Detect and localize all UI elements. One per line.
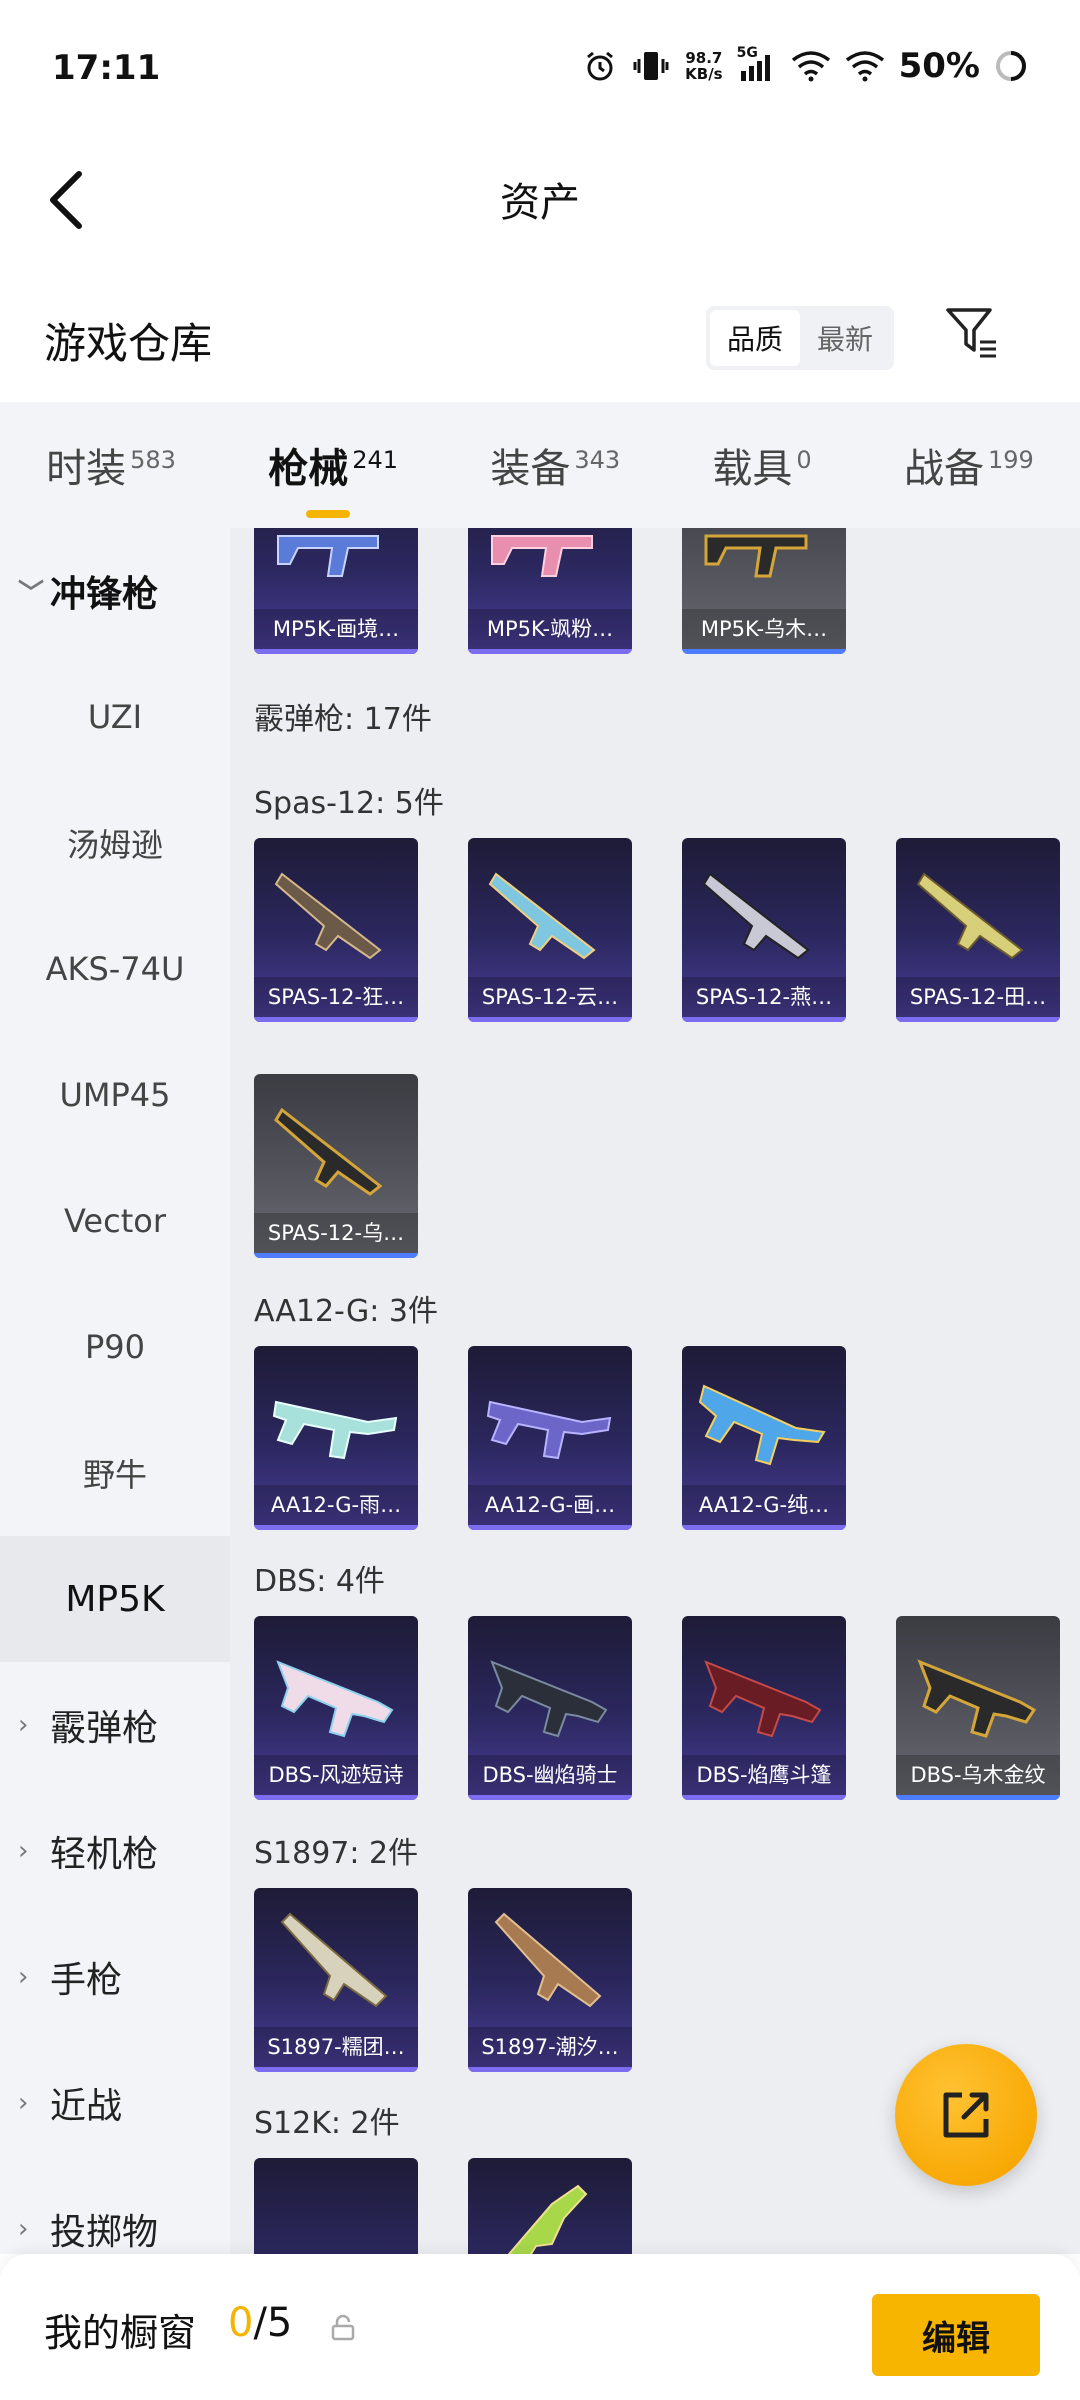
category-count-label: 霰弹枪: 17件: [254, 702, 432, 737]
sidebar-item-ump45[interactable]: UMP45: [0, 1032, 230, 1158]
sidebar-item-mp5k[interactable]: MP5K: [0, 1536, 230, 1662]
tab-supplies[interactable]: 战备 199: [898, 436, 1040, 494]
sort-quality-button[interactable]: 品质: [710, 310, 800, 366]
shotgun-icon: [488, 872, 596, 960]
weapon-card[interactable]: [254, 2158, 418, 2254]
sidebar-item-vector[interactable]: Vector: [0, 1158, 230, 1284]
showcase-bar: 我的橱窗 0/5 编辑: [0, 2254, 1080, 2400]
alarm-icon: [587, 51, 614, 81]
section-label: DBS: 4件: [254, 1564, 385, 1599]
weapon-card[interactable]: AA12-G-画…: [468, 1346, 632, 1530]
shotgun-icon: [274, 1107, 383, 1196]
weapon-card[interactable]: AA12-G-雨…: [254, 1346, 418, 1530]
status-bar: 17:11 98.7 KB/s 5G 50%: [0, 0, 1080, 140]
status-time: 17:11: [52, 48, 161, 88]
weapon-card[interactable]: SPAS-12-燕…: [682, 838, 846, 1022]
tab-equipment[interactable]: 装备 343: [484, 436, 626, 494]
weapon-card[interactable]: SPAS-12-狂…: [254, 838, 418, 1022]
smg-icon: [277, 535, 379, 577]
category-tabs: 时装 583 枪械 241 装备 343 载具 0 战备 199: [0, 402, 1080, 528]
sidebar-item-shotgun[interactable]: › 霰弹枪: [0, 1662, 230, 1788]
share-icon: [943, 2092, 989, 2138]
filter-button[interactable]: [940, 300, 1004, 364]
section-label: Spas-12: 5件: [254, 786, 444, 821]
shotgun-icon: [704, 1660, 822, 1738]
shotgun-icon: [274, 872, 382, 960]
status-icons: 98.7 KB/s 5G 50%: [583, 45, 1028, 86]
sort-newest-button[interactable]: 最新: [800, 310, 890, 366]
shotgun-icon: [702, 872, 810, 960]
edit-button[interactable]: 编辑: [872, 2294, 1040, 2376]
weapon-card[interactable]: SPAS-12-乌…: [254, 1074, 418, 1258]
weapon-card[interactable]: S1897-潮汐…: [468, 1888, 632, 2072]
chevron-right-icon: ›: [18, 2088, 29, 2118]
weapon-card[interactable]: DBS-风迹短诗: [254, 1616, 418, 1800]
chevron-right-icon: ›: [18, 1962, 29, 1992]
share-button[interactable]: [895, 2044, 1037, 2186]
sidebar-item-bizon[interactable]: 野牛: [0, 1410, 230, 1536]
weapon-type-sidebar: ﹀ 冲锋枪 UZI 汤姆逊 AKS-74U UMP45 Vector P90 野牛…: [0, 528, 230, 2254]
sidebar-item-p90[interactable]: P90: [0, 1284, 230, 1410]
weapon-card[interactable]: MP5K-飒粉…: [468, 528, 632, 654]
weapon-card[interactable]: DBS-幽焰骑士: [468, 1616, 632, 1800]
shotgun-icon: [507, 2184, 588, 2254]
weapon-card[interactable]: AA12-G-纯…: [682, 1346, 846, 1530]
shotgun-icon: [916, 872, 1024, 960]
tab-vehicles[interactable]: 载具 0: [706, 436, 817, 494]
sidebar-item-throwable[interactable]: › 投掷物: [0, 2166, 230, 2254]
weapon-grid: MP5K-画境… MP5K-飒粉… MP5K-乌木… 霰弹枪: 17件 Spas…: [230, 528, 1080, 2254]
sidebar-item-aks74u[interactable]: AKS-74U: [0, 906, 230, 1032]
battery-percent: 50%: [898, 46, 980, 86]
sidebar-item-uzi[interactable]: UZI: [0, 654, 230, 780]
sidebar-item-pistol[interactable]: › 手枪: [0, 1914, 230, 2040]
chevron-down-icon: ﹀: [18, 578, 45, 609]
battery-icon: [996, 51, 1026, 81]
showcase-title: 我的橱窗: [44, 2311, 197, 2355]
wifi-icon: [845, 51, 884, 82]
lock-icon: [331, 2314, 355, 2341]
active-tab-indicator: [306, 510, 351, 518]
section-label: S1897: 2件: [254, 1836, 419, 1871]
sidebar-item-melee[interactable]: › 近战: [0, 2040, 230, 2166]
smg-icon: [704, 534, 808, 578]
weapon-card[interactable]: MP5K-乌木…: [682, 528, 846, 654]
shotgun-icon: [917, 1659, 1037, 1738]
warehouse-title: 游戏仓库: [44, 319, 213, 368]
showcase-count: 0/5: [228, 2300, 293, 2346]
filter-icon: [946, 308, 996, 358]
sort-toggle: 品质 最新: [706, 306, 894, 370]
sidebar-item-thompson[interactable]: 汤姆逊: [0, 780, 230, 906]
shotgun-icon: [276, 1660, 394, 1738]
weapon-card[interactable]: DBS-乌木金纹: [896, 1616, 1060, 1800]
rifle-icon: [698, 1384, 826, 1466]
rifle-icon: [272, 1400, 398, 1460]
chevron-right-icon: ›: [18, 2214, 29, 2244]
tab-firearms[interactable]: 枪械 241: [262, 436, 404, 518]
net-speed: 98.7 KB/s: [685, 49, 723, 83]
sidebar-item-smg[interactable]: ﹀ 冲锋枪: [0, 528, 230, 654]
tab-fashion[interactable]: 时装 583: [40, 436, 182, 494]
top-app-bar: 资产: [0, 140, 1080, 290]
chevron-right-icon: ›: [18, 1836, 29, 1866]
weapon-card[interactable]: SPAS-12-田…: [896, 838, 1060, 1022]
weapon-card[interactable]: [468, 2158, 632, 2254]
chevron-right-icon: ›: [18, 1710, 29, 1740]
shotgun-icon: [490, 1660, 608, 1738]
sidebar-item-lmg[interactable]: › 轻机枪: [0, 1788, 230, 1914]
vibrate-icon: [633, 52, 669, 80]
weapon-card[interactable]: SPAS-12-云…: [468, 838, 632, 1022]
smg-icon: [491, 535, 593, 577]
weapon-card[interactable]: MP5K-画境…: [254, 528, 418, 654]
weapon-card[interactable]: S1897-糯团…: [254, 1888, 418, 2072]
shotgun-icon: [494, 1912, 602, 2008]
shotgun-icon: [280, 1912, 388, 2008]
wifi-icon: [791, 51, 830, 82]
section-label: AA12-G: 3件: [254, 1294, 438, 1329]
signal-icon: 5G: [737, 45, 777, 83]
page-title: 资产: [500, 180, 580, 226]
rifle-icon: [486, 1400, 612, 1460]
weapon-card[interactable]: DBS-焰鹰斗篷: [682, 1616, 846, 1800]
warehouse-header: 游戏仓库 品质 最新: [0, 290, 1080, 400]
section-label: S12K: 2件: [254, 2106, 400, 2141]
